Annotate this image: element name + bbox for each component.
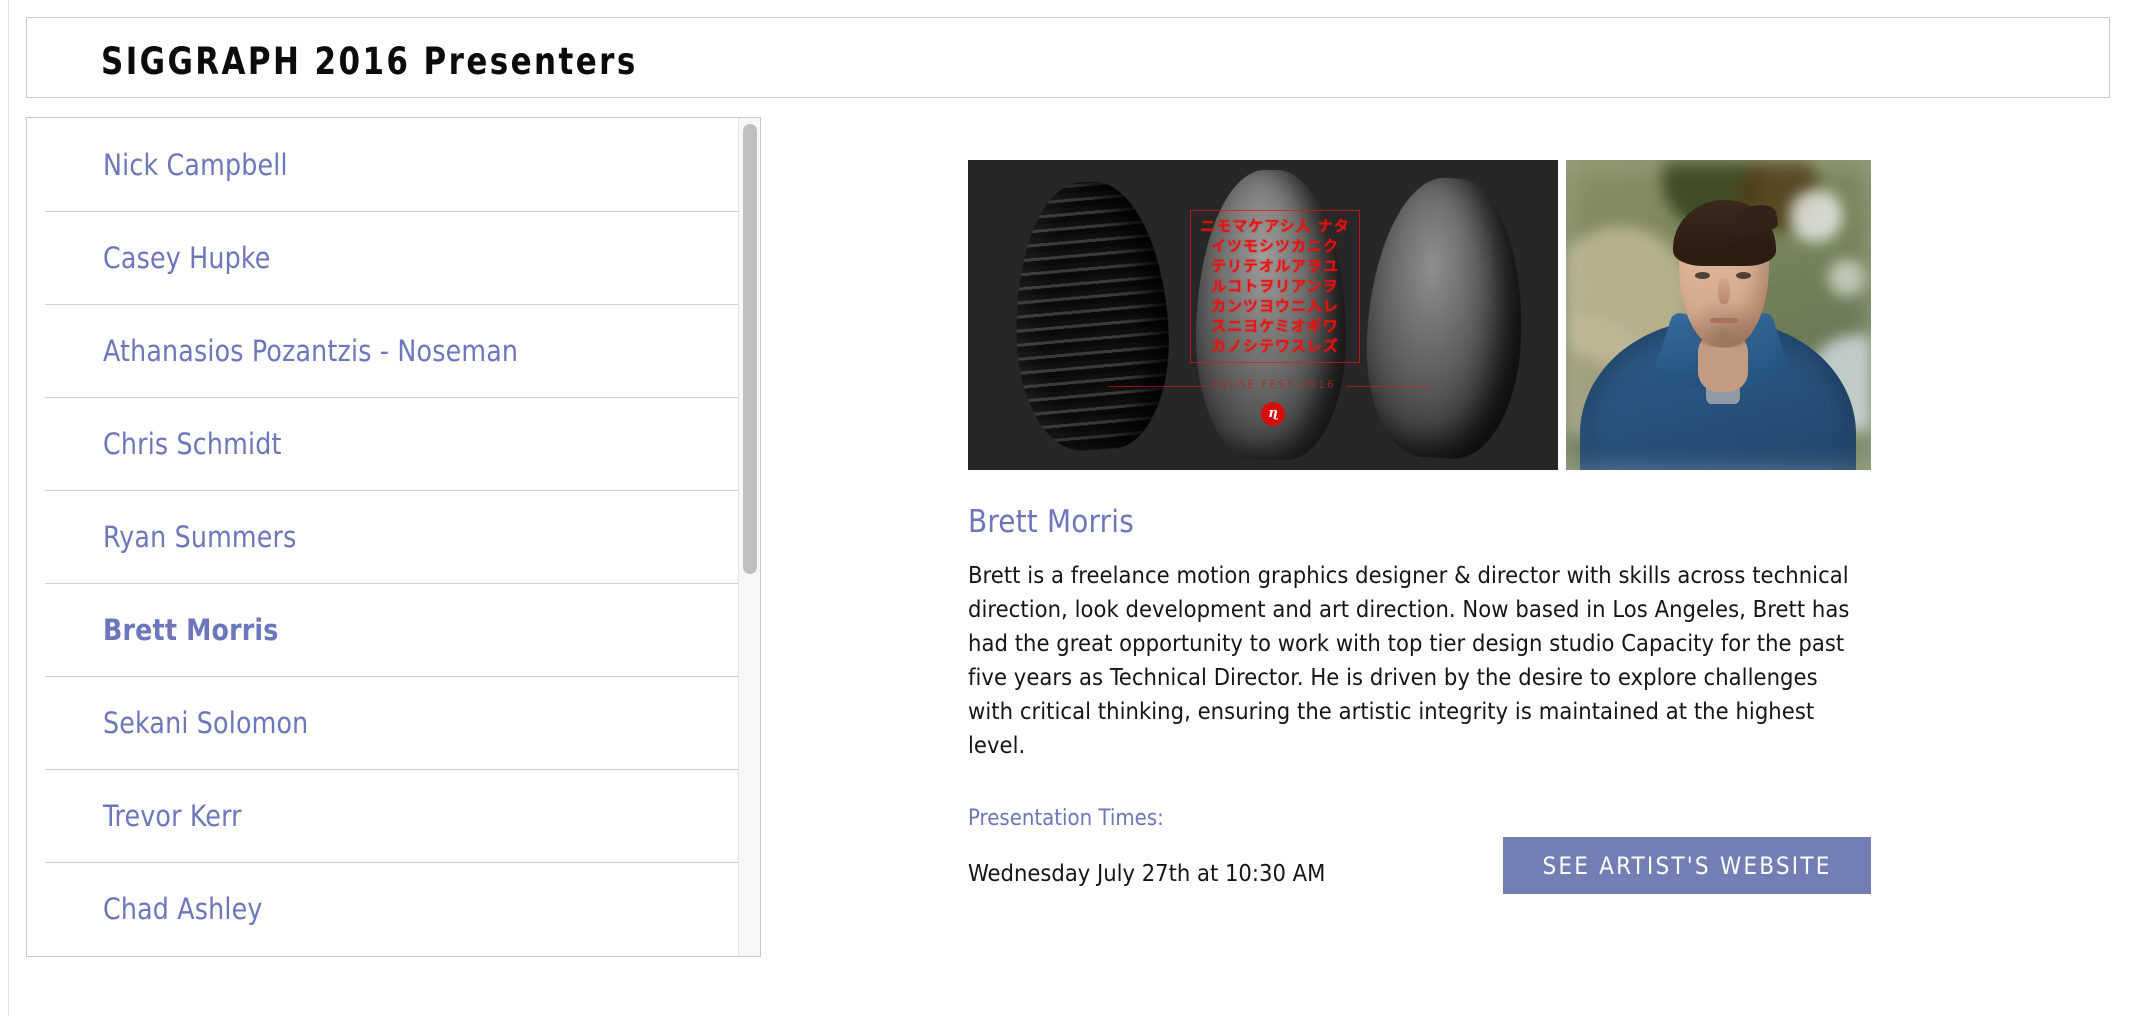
bust-right-shape <box>1360 174 1530 462</box>
presenter-name-heading: Brett Morris <box>968 504 1134 540</box>
presenter-list-item[interactable]: Nick Campbell <box>27 118 739 211</box>
fest-rule-right <box>1346 386 1432 387</box>
see-artist-website-button[interactable]: SEE ARTIST'S WEBSITE <box>1503 837 1871 894</box>
presentation-times-row: Wednesday July 27th at 10:30 AM SEE ARTI… <box>968 837 1873 923</box>
scrollbar-thumb[interactable] <box>743 124 757 574</box>
presenter-list-item[interactable]: Trevor Kerr <box>27 769 739 862</box>
presenter-list-item-label: Nick Campbell <box>103 147 288 182</box>
presenter-list-item[interactable]: Chad Ashley <box>27 862 739 955</box>
presenter-list-item-label: Ryan Summers <box>103 519 297 554</box>
media-row: ニモマケアシ人 ナタ イツモシツカニク テリテオルアヲユ ルコトヲリアンヲ カン… <box>968 160 1871 470</box>
presenter-list-item-label: Brett Morris <box>103 612 279 647</box>
presenter-list-item[interactable]: Chris Schmidt <box>27 397 739 490</box>
presenter-list-item-label: Chris Schmidt <box>103 426 282 461</box>
presenter-list-scrollbar[interactable] <box>738 118 760 956</box>
page-left-rule <box>8 0 9 1016</box>
presenter-list-item-label: Sekani Solomon <box>103 705 309 740</box>
presenter-list-item[interactable]: Athanasios Pozantzis - Noseman <box>27 304 739 397</box>
presentation-time-value: Wednesday July 27th at 10:30 AM <box>968 859 1326 887</box>
presenter-detail-panel: ニモマケアシ人 ナタ イツモシツカニク テリテオルアヲユ ルコトヲリアンヲ カン… <box>968 160 1873 923</box>
presenter-list-panel: Nick Campbell Casey Hupke Athanasios Pozan… <box>26 117 761 957</box>
artwork-image: ニモマケアシ人 ナタ イツモシツカニク テリテオルアヲユ ルコトヲリアンヲ カン… <box>968 160 1558 470</box>
page-title: SIGGRAPH 2016 Presenters <box>101 40 638 83</box>
presenter-portrait <box>1566 160 1871 470</box>
fest-rule-left <box>1108 386 1208 387</box>
presenter-list-item-label: Casey Hupke <box>103 240 271 275</box>
presenter-list-item[interactable]: Sekani Solomon <box>27 676 739 769</box>
bust-left-shape <box>1011 179 1173 453</box>
portrait-vignette <box>1566 160 1871 470</box>
presentation-times-label: Presentation Times: <box>968 806 1164 831</box>
page-header: SIGGRAPH 2016 Presenters <box>26 17 2110 98</box>
presenter-list-item[interactable]: Ryan Summers <box>27 490 739 583</box>
presenter-list-item[interactable]: Brett Morris <box>27 583 739 676</box>
katakana-overlay-text: ニモマケアシ人 ナタ イツモシツカニク テリテオルアヲユ ルコトヲリアンヲ カン… <box>1200 217 1350 355</box>
presenter-list-item-label: Trevor Kerr <box>103 798 242 833</box>
page-root: SIGGRAPH 2016 Presenters Nick Campbell Ca… <box>0 0 2132 1016</box>
presenter-list-item-label: Athanasios Pozantzis - Noseman <box>103 333 519 368</box>
presenter-list: Nick Campbell Casey Hupke Athanasios Pozan… <box>27 118 739 956</box>
bust-middle-shape <box>1196 170 1346 460</box>
katakana-frame <box>1190 210 1360 363</box>
presenter-list-item-label: Chad Ashley <box>103 891 263 926</box>
pause-fest-logo-icon: ɳ <box>1261 402 1285 426</box>
presenter-list-item[interactable]: Casey Hupke <box>27 211 739 304</box>
presenter-bio: Brett is a freelance motion graphics des… <box>968 561 1850 759</box>
fest-caption: PAUSE FEST 2016 <box>1212 378 1336 391</box>
